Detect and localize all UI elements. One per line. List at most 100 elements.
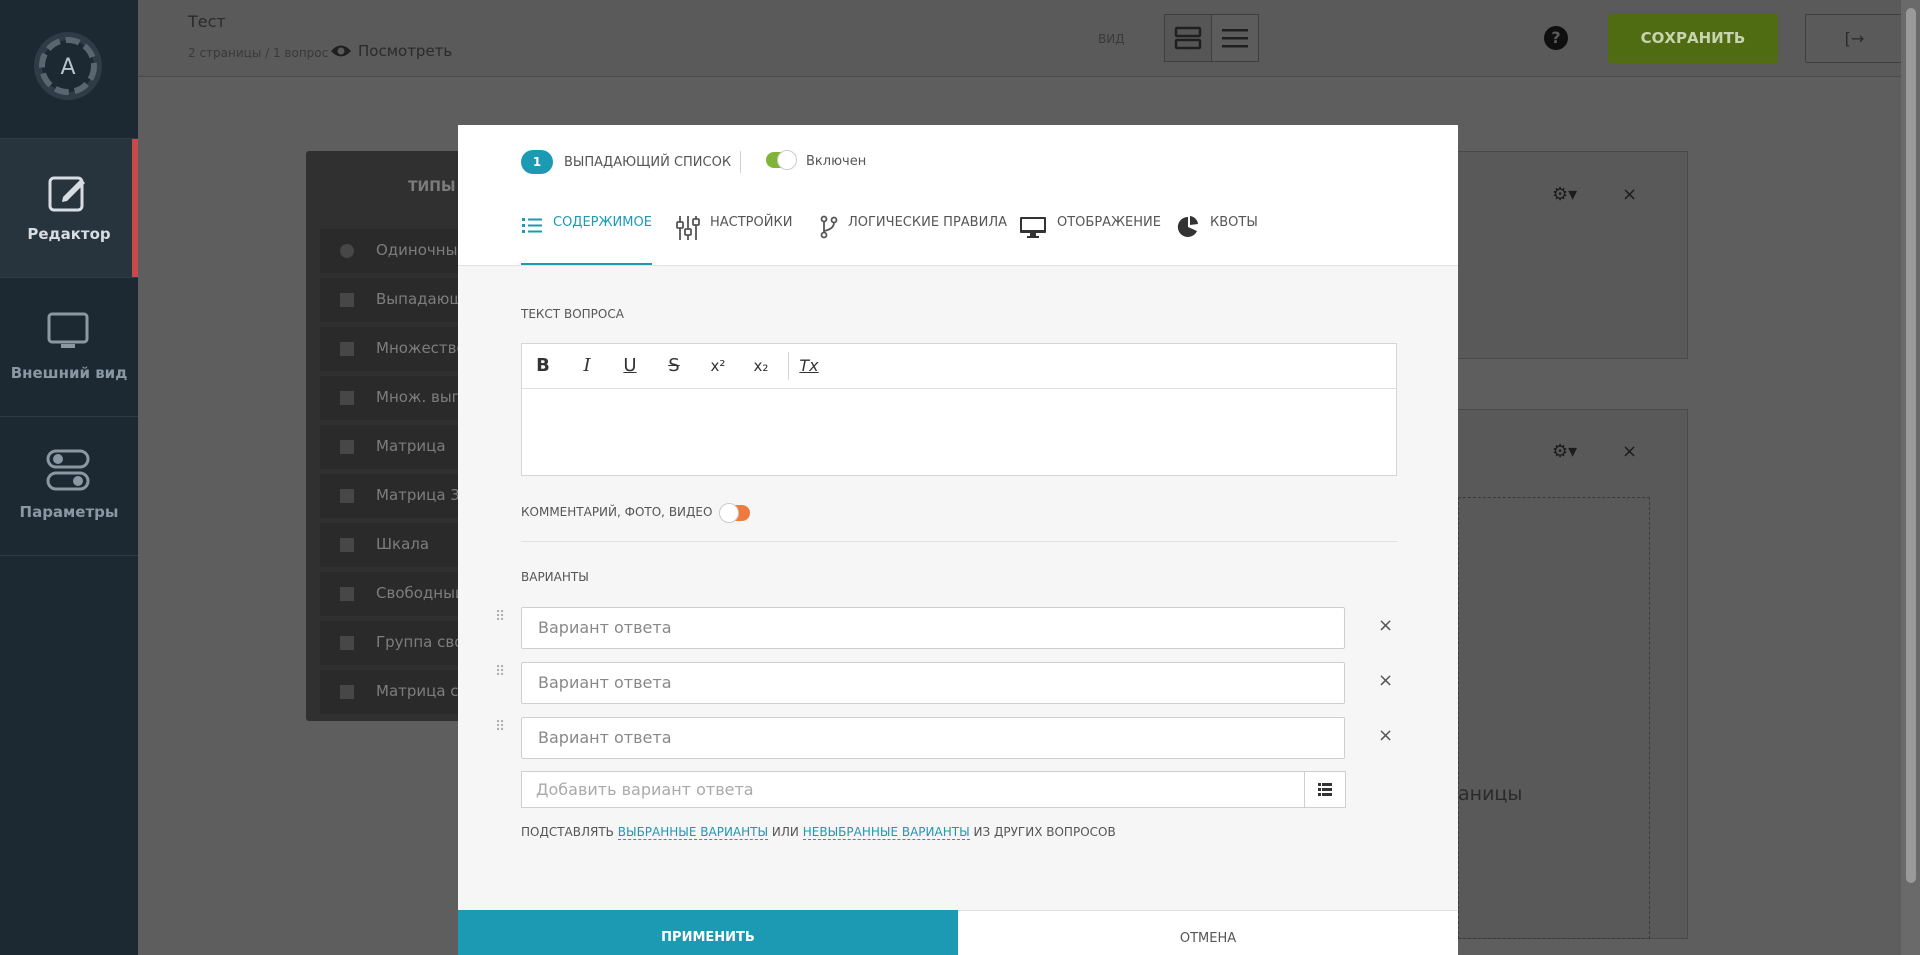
type-item[interactable]: Матрица св bbox=[320, 670, 467, 714]
sidebar-item-editor[interactable]: Редактор bbox=[0, 139, 138, 277]
sidebar-item-parameters[interactable]: Параметры bbox=[0, 417, 138, 555]
types-title: ТИПЫ bbox=[408, 179, 456, 195]
type-item[interactable]: Шкала bbox=[320, 523, 466, 567]
type-item[interactable]: Выпадающ bbox=[320, 278, 466, 322]
drag-handle-icon[interactable]: ⠿ bbox=[495, 720, 505, 745]
preview-link[interactable]: Посмотреть bbox=[330, 42, 452, 60]
tab-settings[interactable]: НАСТРОЙКИ bbox=[676, 205, 792, 265]
cancel-button[interactable]: ОТМЕНА bbox=[958, 910, 1458, 955]
list-icon bbox=[1318, 783, 1332, 796]
type-item[interactable]: Группа своб bbox=[320, 621, 473, 665]
sidebar-item-label: Редактор bbox=[27, 225, 111, 243]
tab-label: КВОТЫ bbox=[1210, 215, 1258, 230]
help-icon[interactable]: ? bbox=[1544, 26, 1568, 50]
unselected-options-link[interactable]: НЕВЫБРАННЫЕ ВАРИАНТЫ bbox=[802, 825, 970, 840]
view-list-button[interactable] bbox=[1211, 14, 1259, 62]
drag-handle-icon[interactable]: ⠿ bbox=[495, 665, 505, 690]
edit-icon bbox=[48, 176, 85, 212]
type-item[interactable]: Множ. выпа bbox=[320, 376, 471, 420]
add-option-input[interactable]: Добавить вариант ответа bbox=[521, 771, 1304, 808]
scrollbar-thumb[interactable] bbox=[1906, 8, 1916, 883]
question-type-label: ВЫПАДАЮЩИЙ СПИСОК bbox=[564, 155, 732, 170]
preview-label: Посмотреть bbox=[358, 42, 453, 60]
top-bar: Тест 2 страницы / 1 вопрос Посмотреть ВИ… bbox=[138, 0, 1904, 77]
tab-label: ЛОГИЧЕСКИЕ ПРАВИЛА bbox=[848, 215, 1007, 230]
question-number-badge: 1 bbox=[521, 150, 553, 174]
close-icon[interactable]: × bbox=[1622, 184, 1637, 205]
clear-format-button[interactable]: Tx bbox=[796, 354, 822, 378]
editor-toolbar: B I U S x² x₂ Tx bbox=[522, 344, 1396, 389]
enabled-label: Включен bbox=[806, 154, 867, 169]
modal-header: 1 ВЫПАДАЮЩИЙ СПИСОК Включен СОДЕРЖИМОЕ Н… bbox=[458, 125, 1458, 266]
toolbar-divider bbox=[788, 352, 789, 380]
exit-icon: [→ bbox=[1844, 29, 1865, 48]
tab-display[interactable]: ОТОБРАЖЕНИЕ bbox=[1019, 205, 1161, 265]
monitor-icon bbox=[47, 312, 89, 348]
comment-toggle[interactable] bbox=[719, 503, 750, 523]
logo-letter: A bbox=[60, 55, 75, 80]
group-icon bbox=[340, 636, 354, 650]
option-input[interactable]: Вариант ответа bbox=[521, 717, 1345, 759]
gear-icon[interactable]: ⚙▾ bbox=[1552, 184, 1577, 205]
option-input[interactable]: Вариант ответа bbox=[521, 662, 1345, 704]
type-item[interactable]: Свободный bbox=[320, 572, 466, 616]
background-card bbox=[1440, 151, 1688, 359]
enabled-toggle[interactable] bbox=[766, 150, 797, 170]
tab-logic-rules[interactable]: ЛОГИЧЕСКИЕ ПРАВИЛА bbox=[820, 205, 1007, 265]
sidebar-item-appearance[interactable]: Внешний вид bbox=[0, 278, 138, 416]
divider bbox=[740, 151, 741, 173]
tab-label: ОТОБРАЖЕНИЕ bbox=[1057, 215, 1161, 230]
type-item[interactable]: Одиночный bbox=[320, 229, 467, 273]
list-view-icon bbox=[1222, 29, 1248, 48]
view-cards-button[interactable] bbox=[1164, 14, 1212, 62]
substitute-options-line: ПОДСТАВЛЯТЬ ВЫБРАННЫЕ ВАРИАНТЫ ИЛИ НЕВЫБ… bbox=[521, 825, 1116, 840]
remove-option-icon[interactable]: × bbox=[1378, 670, 1393, 691]
scrollbar[interactable] bbox=[1901, 0, 1920, 955]
matrix-icon bbox=[340, 685, 354, 699]
type-item[interactable]: Матрица 3D bbox=[320, 474, 471, 518]
radio-icon bbox=[340, 244, 354, 258]
remove-option-icon[interactable]: × bbox=[1378, 615, 1393, 636]
tab-label: НАСТРОЙКИ bbox=[710, 215, 793, 230]
bulk-add-button[interactable] bbox=[1304, 771, 1346, 808]
option-input[interactable]: Вариант ответа bbox=[521, 607, 1345, 649]
question-text-editor[interactable]: B I U S x² x₂ Tx bbox=[521, 343, 1397, 476]
sidebar-item-label: Параметры bbox=[19, 503, 119, 521]
list-icon bbox=[522, 218, 542, 233]
remove-option-icon[interactable]: × bbox=[1378, 725, 1393, 746]
option-row: ⠿ Вариант ответа × bbox=[495, 662, 1425, 704]
options-label: ВАРИАНТЫ bbox=[521, 570, 589, 584]
question-types-panel: ТИПЫ Одиночный Выпадающ Множестве Множ. … bbox=[306, 151, 473, 721]
italic-button[interactable]: I bbox=[574, 354, 600, 378]
scale-icon bbox=[340, 538, 354, 552]
divider bbox=[0, 555, 138, 556]
app-logo-icon[interactable]: A bbox=[32, 30, 104, 102]
superscript-button[interactable]: x² bbox=[705, 354, 731, 378]
page-text: аницы bbox=[1458, 783, 1523, 805]
bold-button[interactable]: B bbox=[530, 354, 556, 378]
close-icon[interactable]: × bbox=[1622, 441, 1637, 462]
strikethrough-button[interactable]: S bbox=[661, 354, 687, 378]
save-button[interactable]: СОХРАНИТЬ bbox=[1608, 14, 1778, 63]
tab-content[interactable]: СОДЕРЖИМОЕ bbox=[521, 205, 652, 265]
view-label: ВИД bbox=[1098, 32, 1125, 46]
survey-title: Тест bbox=[188, 12, 226, 31]
matrix-icon bbox=[340, 489, 354, 503]
exit-button[interactable]: [→ bbox=[1805, 14, 1904, 63]
dropdown-icon bbox=[340, 391, 354, 405]
comment-label: КОММЕНТАРИЙ, ФОТО, ВИДЕО bbox=[521, 505, 713, 519]
sidebar-item-label: Внешний вид bbox=[10, 364, 128, 382]
drag-handle-icon[interactable]: ⠿ bbox=[495, 610, 505, 635]
pie-chart-icon bbox=[1177, 216, 1198, 237]
underline-button[interactable]: U bbox=[617, 354, 643, 378]
dropdown-icon bbox=[340, 293, 354, 307]
gear-icon[interactable]: ⚙▾ bbox=[1552, 441, 1577, 462]
type-item[interactable]: Матрица bbox=[320, 425, 466, 469]
eye-icon bbox=[331, 45, 351, 57]
subscript-button[interactable]: x₂ bbox=[748, 354, 774, 378]
question-text-label: ТЕКСТ ВОПРОСА bbox=[521, 307, 624, 321]
selected-options-link[interactable]: ВЫБРАННЫЕ ВАРИАНТЫ bbox=[617, 825, 769, 840]
type-item[interactable]: Множестве bbox=[320, 327, 466, 371]
tab-quotas[interactable]: КВОТЫ bbox=[1176, 205, 1258, 265]
apply-button[interactable]: ПРИМЕНИТЬ bbox=[458, 910, 958, 955]
